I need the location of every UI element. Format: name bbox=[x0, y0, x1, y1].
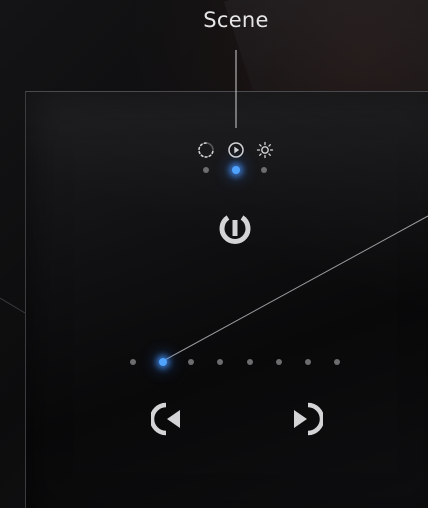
scene-dot-4 bbox=[217, 359, 223, 365]
scene-dot-2-active bbox=[159, 358, 167, 366]
panel-edge-line bbox=[0, 297, 26, 314]
scene-dot-8 bbox=[334, 359, 340, 365]
next-arrow-icon bbox=[294, 402, 323, 436]
mode-indicator-dot-1 bbox=[203, 167, 209, 173]
scene-dot-3 bbox=[188, 359, 194, 365]
mode-indicator-dot-3 bbox=[261, 167, 267, 173]
previous-arrow-icon bbox=[151, 402, 180, 436]
scene-dot-1 bbox=[130, 359, 136, 365]
sun-brightness-icon[interactable] bbox=[256, 141, 274, 159]
previous-button[interactable] bbox=[151, 400, 189, 438]
scene-dot-5 bbox=[247, 359, 253, 365]
play-circle-icon[interactable] bbox=[227, 141, 245, 159]
next-button[interactable] bbox=[285, 400, 323, 438]
scene-dot-6 bbox=[276, 359, 282, 365]
power-button[interactable] bbox=[216, 209, 254, 247]
power-icon bbox=[219, 215, 251, 244]
mode-indicator-dot-2-active bbox=[232, 166, 240, 174]
device-stage: Scene bbox=[0, 0, 428, 508]
scene-dot-7 bbox=[305, 359, 311, 365]
scene-callout-label: Scene bbox=[203, 8, 269, 32]
loading-spinner-icon[interactable] bbox=[197, 141, 215, 159]
